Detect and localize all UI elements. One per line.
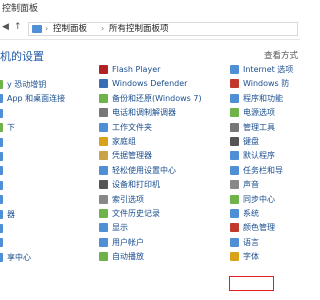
item-label: 工作文件夹 xyxy=(112,122,152,132)
item-label: y 恐动增钥 xyxy=(7,80,47,89)
item-label: 程序和功能 xyxy=(243,93,283,103)
item-icon xyxy=(230,151,239,161)
item-label: 电源选项 xyxy=(243,108,275,118)
item-icon xyxy=(0,166,3,176)
address-field[interactable]: › 控制面板 › 所有控制面板项 xyxy=(28,22,298,36)
item-label: Windows Defender xyxy=(112,79,188,89)
item-icon xyxy=(230,252,239,262)
title-bar: 控制面板 xyxy=(0,0,300,18)
item-label: 声音 xyxy=(243,180,259,190)
item-label: 语言 xyxy=(243,237,259,247)
item-label: 同步中心 xyxy=(243,194,275,204)
item-icon xyxy=(99,194,108,204)
item-icon xyxy=(230,180,239,190)
item-icon xyxy=(99,180,108,190)
item-icon xyxy=(230,223,239,233)
item-label: 任务栏和导 xyxy=(243,165,283,175)
item-icon xyxy=(0,152,3,161)
window-title: 控制面板 xyxy=(2,4,39,14)
item-icon xyxy=(0,209,3,219)
breadcrumb-all-items[interactable]: 所有控制面板项 xyxy=(109,23,169,35)
item-label: 管理工具 xyxy=(243,122,275,132)
address-bar: ◀ ↑ › 控制面板 › 所有控制面板项 xyxy=(0,18,300,40)
item-label: Internet 选项 xyxy=(243,65,294,74)
item-icon xyxy=(99,79,108,89)
item-label: 文件历史记录 xyxy=(112,209,160,218)
item-label: Windows 防 xyxy=(243,79,290,89)
item-icon xyxy=(230,79,239,89)
page-title: 机的设置 xyxy=(0,50,44,63)
item-label: 下 xyxy=(7,123,15,133)
item-icon xyxy=(0,224,3,233)
item-icon xyxy=(230,108,239,118)
control-panel-window: 控制面板 ◀ ↑ › 控制面板 › 所有控制面板项 机的设置 查看方式 y 恐动… xyxy=(0,0,300,300)
item-icon xyxy=(0,195,3,205)
item-icon xyxy=(99,137,108,146)
item-icon xyxy=(99,252,108,262)
item-label: App 和桌面连接 xyxy=(7,94,66,104)
back-arrow-icon[interactable]: ◀ xyxy=(2,22,9,32)
item-icon xyxy=(99,65,108,74)
breadcrumb-control-panel[interactable]: 控制面板 xyxy=(53,23,87,35)
item-label: 器 xyxy=(7,209,15,219)
item-label: 轻松使用设置中心 xyxy=(112,165,176,175)
item-label: 系统 xyxy=(243,209,259,218)
item-label: 用户帐户 xyxy=(112,237,144,247)
item-icon xyxy=(99,165,108,175)
item-icon xyxy=(0,80,3,89)
item-label: 显示 xyxy=(112,223,128,233)
item-icon xyxy=(0,238,3,248)
item-label: 凭据管理器 xyxy=(112,151,152,161)
item-label: 颜色管理 xyxy=(243,223,275,233)
up-arrow-icon[interactable]: ↑ xyxy=(14,22,22,32)
item-icon xyxy=(0,180,3,190)
item-icon xyxy=(0,94,3,104)
item-icon xyxy=(230,122,239,132)
item-icon xyxy=(230,209,239,218)
item-label: 设备和打印机 xyxy=(112,180,160,190)
item-icon xyxy=(99,122,108,132)
item-label: 电话和调制解调器 xyxy=(112,108,176,118)
item-icon xyxy=(99,108,108,118)
item-icon xyxy=(230,165,239,175)
item-icon xyxy=(230,93,239,103)
breadcrumb-separator-icon: › xyxy=(45,24,49,33)
item-label: 索引选项 xyxy=(112,194,144,204)
item-icon xyxy=(230,137,239,146)
item-label: 键盘 xyxy=(243,137,259,146)
item-label: 字体 xyxy=(243,252,259,262)
item-icon xyxy=(99,93,108,103)
breadcrumb-separator-icon: › xyxy=(101,24,105,33)
item-icon xyxy=(0,252,3,262)
item-label: Flash Player xyxy=(112,65,161,74)
item-icon xyxy=(0,137,3,147)
item-icon xyxy=(230,65,239,74)
control-panel-icon xyxy=(32,25,42,33)
item-icon xyxy=(99,223,108,233)
item-icon xyxy=(99,151,108,161)
item-icon xyxy=(99,209,108,218)
item-label: 备份和还原(Windows 7) xyxy=(112,93,202,103)
item-icon xyxy=(0,108,3,118)
item-label: 享中心 xyxy=(7,252,31,262)
item-icon xyxy=(230,237,239,247)
view-by-label[interactable]: 查看方式 xyxy=(264,49,298,61)
highlight-box xyxy=(229,276,274,291)
item-label: 自动播放 xyxy=(112,252,144,262)
item-icon xyxy=(0,123,3,133)
item-icon xyxy=(230,194,239,204)
item-icon xyxy=(99,237,108,247)
item-label: 默认程序 xyxy=(243,151,275,161)
item-label: 家庭组 xyxy=(112,137,136,146)
